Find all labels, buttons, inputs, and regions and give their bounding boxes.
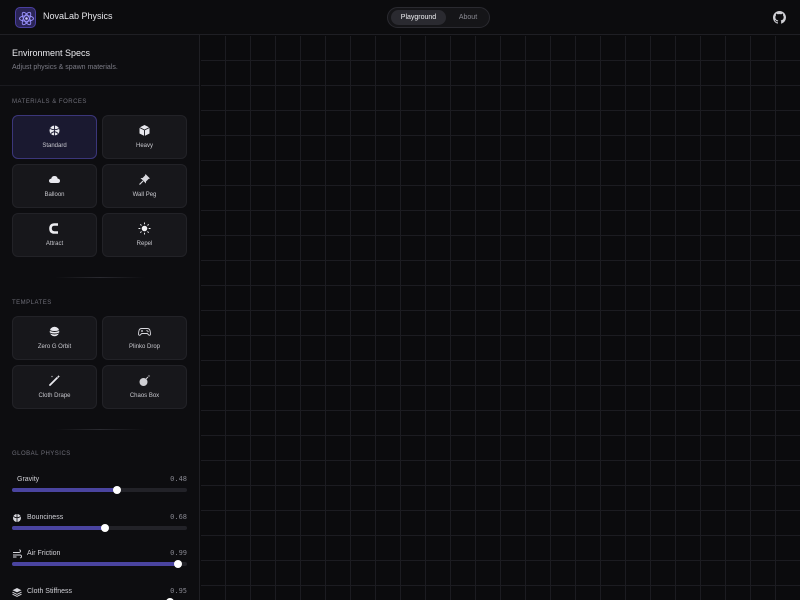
cube-icon <box>139 125 150 136</box>
slider-thumb[interactable] <box>100 524 109 532</box>
slider-thumb[interactable] <box>113 486 121 494</box>
slider-fill <box>12 562 179 566</box>
bounce-icon <box>13 514 21 522</box>
material-repel[interactable]: Repel <box>102 213 187 257</box>
material-wall-peg[interactable]: Wall Peg <box>102 164 187 208</box>
slider-track[interactable] <box>12 560 187 568</box>
template-zero-g-orbit[interactable]: Zero G Orbit <box>12 316 97 360</box>
layers-icon <box>12 588 22 597</box>
global-physics-section-label: GLOBAL PHYSICS <box>12 451 71 457</box>
material-standard[interactable]: Standard <box>12 115 97 159</box>
card-label: Zero G Orbit <box>37 344 72 350</box>
divider <box>55 277 145 278</box>
wand-icon <box>49 375 61 386</box>
gamepad-icon <box>138 328 151 336</box>
ball-icon <box>49 125 60 136</box>
card-label: Heavy <box>135 143 153 149</box>
sidebar-title: Environment Specs <box>12 48 91 58</box>
slider-label: Cloth Stiffness <box>27 588 73 595</box>
bomb-icon <box>139 374 151 386</box>
atom-logo-icon <box>15 7 36 28</box>
sidebar-subtitle: Adjust physics & spawn materials. <box>12 64 118 71</box>
slider-air-friction: Air Friction 0.99 <box>12 549 187 573</box>
card-label: Plinko Drop <box>128 344 160 350</box>
slider-value: 0.99 <box>170 549 187 557</box>
slider-label: Air Friction <box>27 550 61 557</box>
slider-fill <box>12 488 117 492</box>
card-label: Repel <box>136 241 153 247</box>
template-plinko-drop[interactable]: Plinko Drop <box>102 316 187 360</box>
magnet-icon <box>49 223 58 234</box>
top-bar: NovaLab Physics Playground About <box>0 0 800 35</box>
burst-icon <box>138 222 151 235</box>
slider-value: 0.48 <box>170 475 187 483</box>
slider-value: 0.95 <box>170 587 187 595</box>
sidebar: Environment Specs Adjust physics & spawn… <box>0 35 200 600</box>
slider-bounciness: Bounciness 0.68 <box>12 513 187 537</box>
slider-thumb[interactable] <box>174 560 183 568</box>
material-balloon[interactable]: Balloon <box>12 164 97 208</box>
github-icon[interactable] <box>773 11 786 24</box>
slider-track[interactable] <box>12 524 187 532</box>
wind-icon <box>13 549 22 559</box>
template-chaos-box[interactable]: Chaos Box <box>102 365 187 409</box>
nav-tab-group: Playground About <box>387 7 490 28</box>
tab-about[interactable]: About <box>448 10 488 25</box>
planet-icon <box>49 326 60 337</box>
app-title: NovaLab Physics <box>43 11 113 21</box>
card-label: Chaos Box <box>129 393 160 399</box>
materials-section-label: MATERIALS & FORCES <box>12 99 87 105</box>
slider-label: Gravity <box>17 476 40 483</box>
slider-gravity: Gravity 0.48 <box>12 475 187 499</box>
slider-value: 0.68 <box>170 513 187 521</box>
card-label: Attract <box>45 241 64 247</box>
card-label: Balloon <box>44 192 65 198</box>
card-label: Wall Peg <box>132 192 157 198</box>
templates-section-label: TEMPLATES <box>12 300 52 306</box>
slider-cloth-stiffness: Cloth Stiffness 0.95 <box>12 587 187 600</box>
tab-playground[interactable]: Playground <box>391 10 446 25</box>
slider-fill <box>12 526 105 530</box>
divider <box>0 85 199 86</box>
slider-label: Bounciness <box>27 514 64 521</box>
cloud-icon <box>49 176 60 183</box>
template-cloth-drape[interactable]: Cloth Drape <box>12 365 97 409</box>
card-label: Cloth Drape <box>38 393 71 399</box>
simulation-canvas[interactable] <box>201 36 800 600</box>
slider-track[interactable] <box>12 486 187 494</box>
material-heavy[interactable]: Heavy <box>102 115 187 159</box>
divider <box>55 429 145 430</box>
card-label: Standard <box>42 143 67 149</box>
pin-icon <box>139 174 150 185</box>
material-attract[interactable]: Attract <box>12 213 97 257</box>
